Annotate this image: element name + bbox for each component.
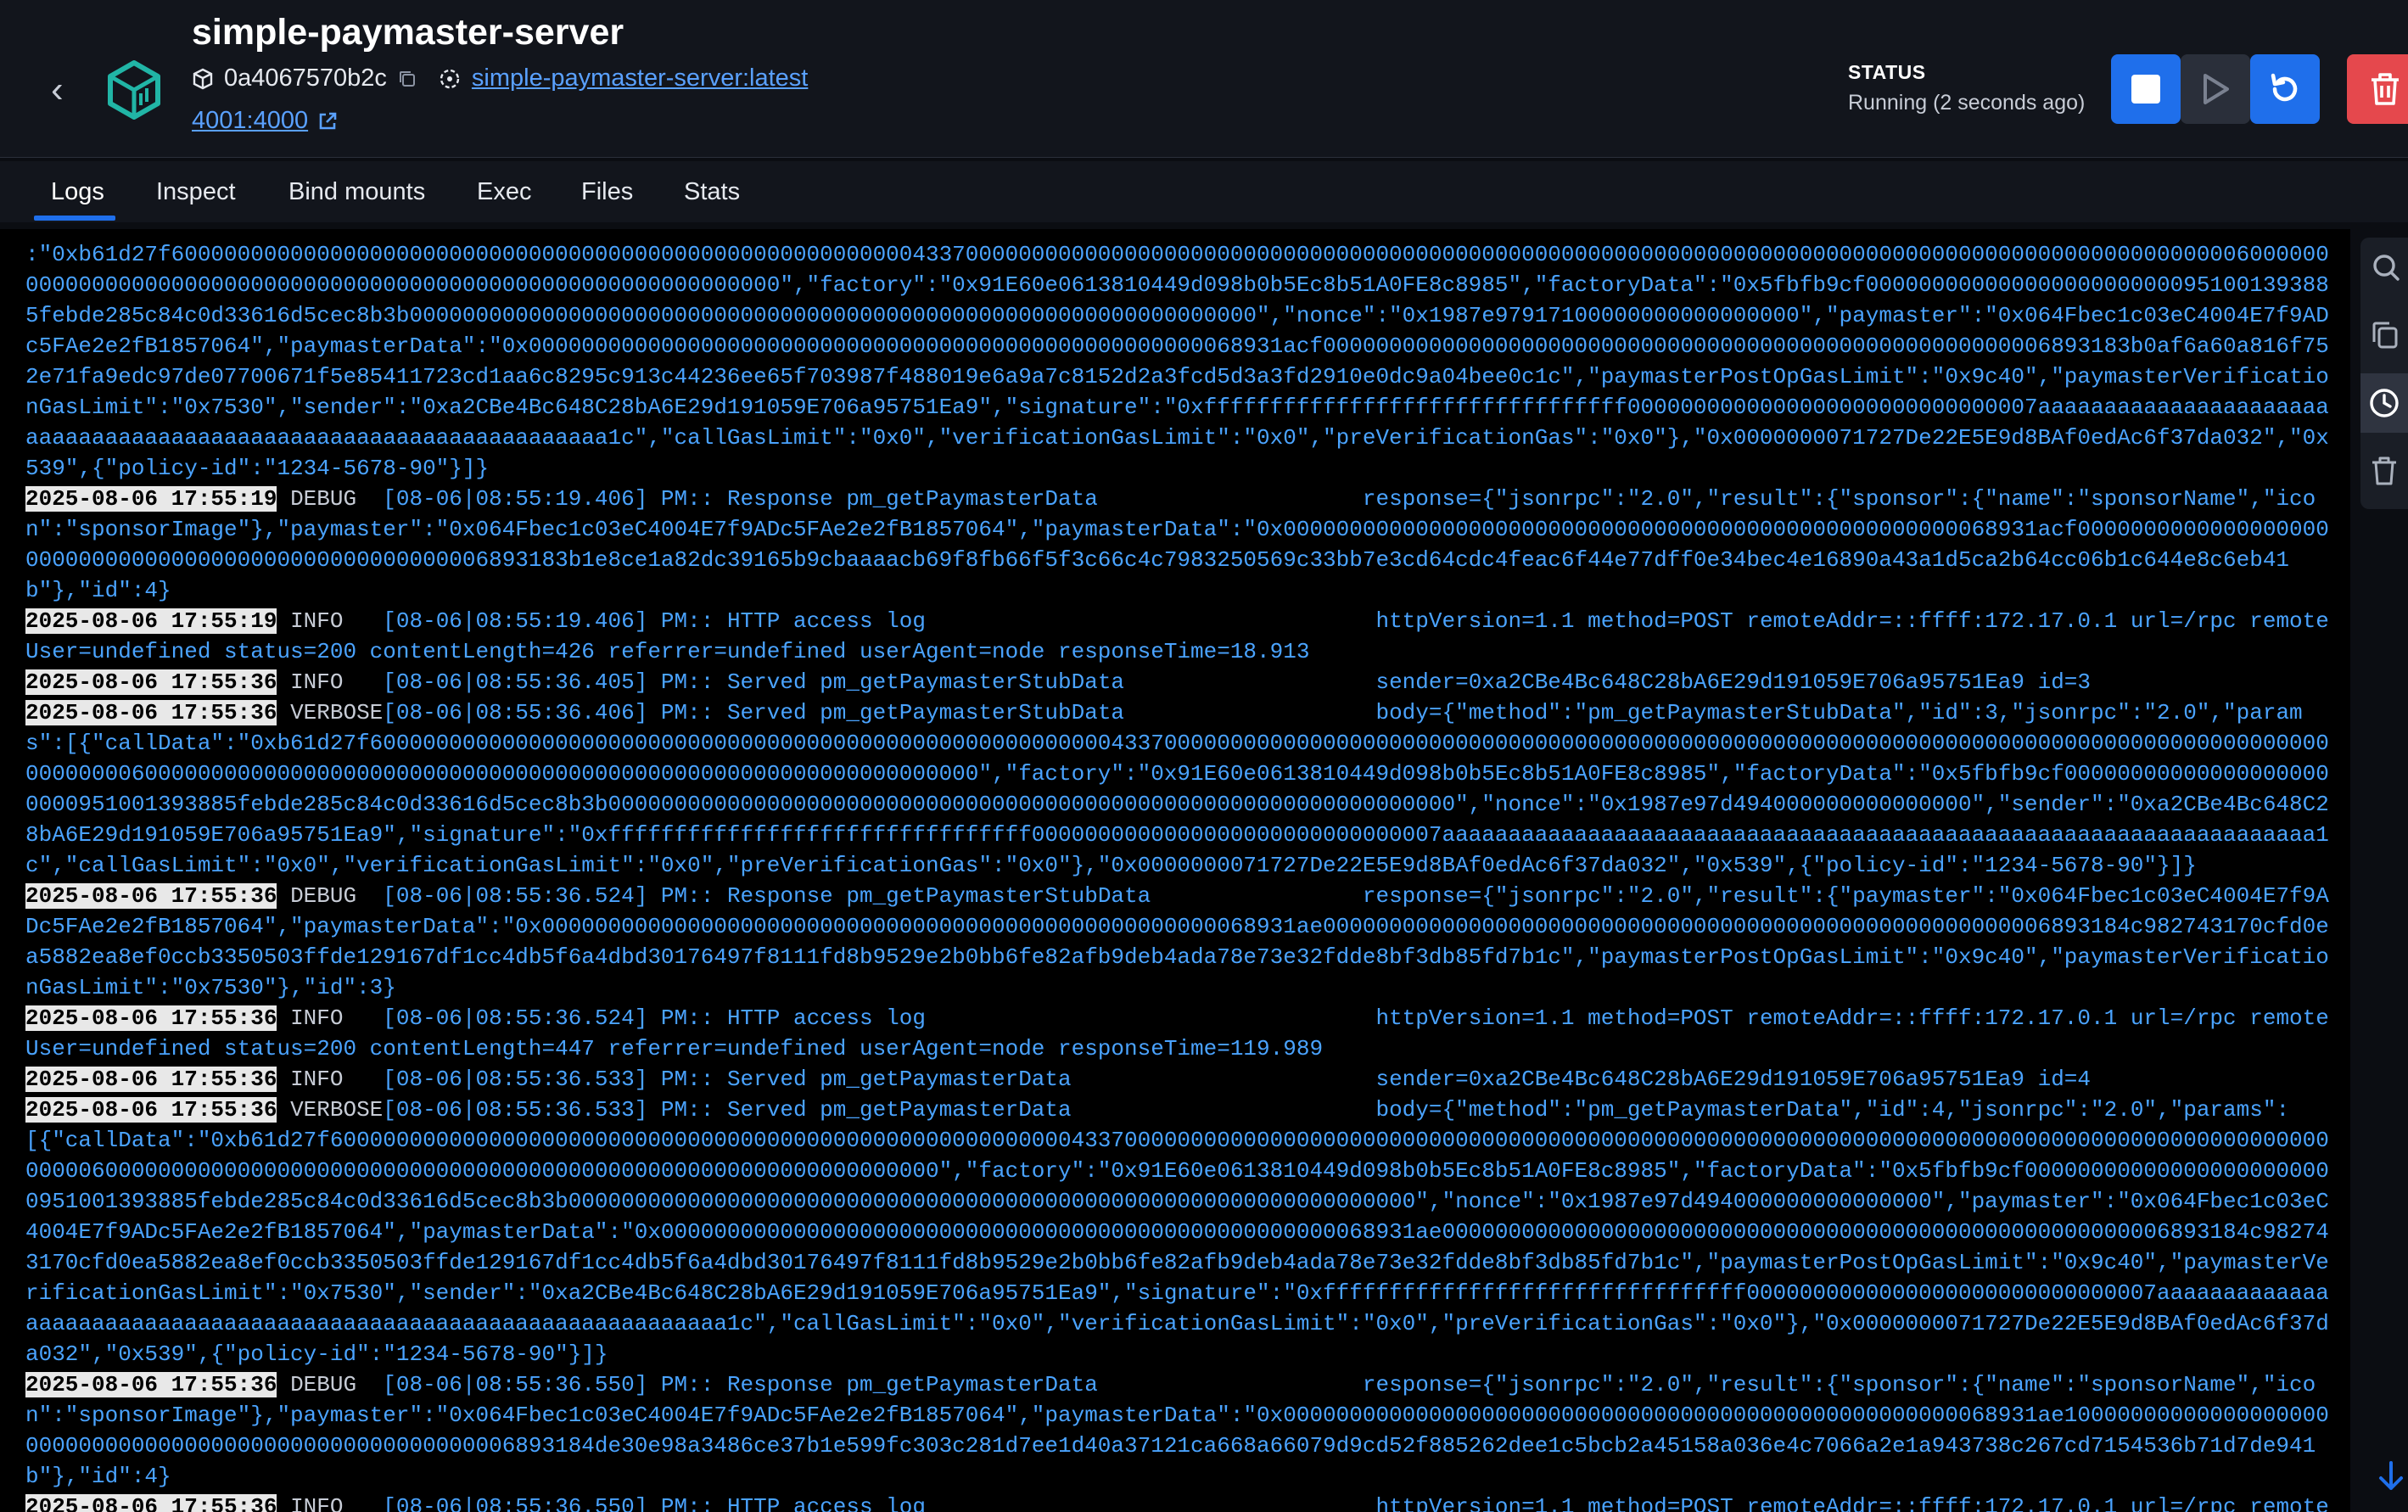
clear-icon[interactable] (2360, 441, 2408, 501)
stop-icon (2131, 75, 2160, 104)
tab-bar: Logs Inspect Bind mounts Exec Files Stat… (0, 161, 2408, 222)
log-timestamp: 2025-08-06 17:55:36 (25, 1005, 277, 1031)
delete-button[interactable] (2347, 54, 2408, 124)
log-message: [08-06|08:55:36.533] PM:: Served pm_getP… (383, 1067, 2092, 1092)
container-meta: 0a4067570b2c simple-paymaster-server:lat… (192, 64, 808, 92)
restart-button[interactable] (2250, 54, 2320, 124)
log-line: 2025-08-06 17:55:36 INFO [08-06|08:55:36… (25, 1492, 2342, 1512)
log-timestamp: 2025-08-06 17:55:19 (25, 486, 277, 512)
stop-button[interactable] (2111, 54, 2181, 124)
log-line: 2025-08-06 17:55:36 DEBUG [08-06|08:55:3… (25, 1369, 2342, 1492)
log-timestamp: 2025-08-06 17:55:36 (25, 1067, 277, 1092)
log-timestamp: 2025-08-06 17:55:36 (25, 883, 277, 909)
log-line: 2025-08-06 17:55:36 INFO [08-06|08:55:36… (25, 1003, 2342, 1064)
tab-exec[interactable]: Exec (477, 178, 531, 206)
log-toolbar (2360, 238, 2408, 509)
tab-logs[interactable]: Logs (51, 178, 104, 206)
log-line: 2025-08-06 17:55:36 VERBOSE[08-06|08:55:… (25, 1095, 2342, 1369)
log-timestamp: 2025-08-06 17:55:36 (25, 1372, 277, 1397)
container-logo-icon (108, 60, 160, 120)
log-message: [08-06|08:55:36.533] PM:: Served pm_getP… (25, 1097, 2329, 1367)
cube-icon (193, 68, 213, 89)
log-level: INFO (290, 608, 384, 634)
log-line: 2025-08-06 17:55:36 INFO [08-06|08:55:36… (25, 1064, 2342, 1095)
log-level: INFO (290, 1005, 384, 1031)
active-tab-indicator (34, 216, 115, 221)
log-level: DEBUG (290, 883, 384, 909)
trash-icon (2372, 73, 2399, 105)
log-timestamp: 2025-08-06 17:55:36 (25, 700, 277, 725)
log-level: VERBOSE (290, 1097, 384, 1123)
log-line: :"0xb61d27f60000000000000000000000000000… (25, 239, 2342, 484)
copy-icon[interactable] (397, 69, 417, 89)
log-level: INFO (290, 1067, 384, 1092)
play-icon (2204, 74, 2229, 104)
log-message: [08-06|08:55:36.405] PM:: Served pm_getP… (383, 669, 2092, 695)
tab-stats[interactable]: Stats (684, 178, 740, 206)
container-header: ‹ simple-paymaster-server 0a4067570b2c s… (0, 0, 2408, 158)
container-title: simple-paymaster-server (192, 12, 624, 53)
back-icon[interactable]: ‹ (51, 71, 76, 109)
restart-icon (2271, 73, 2298, 102)
container-id: 0a4067570b2c (224, 64, 387, 92)
log-line: 2025-08-06 17:55:36 DEBUG [08-06|08:55:3… (25, 881, 2342, 1003)
log-level: INFO (290, 669, 384, 695)
log-message: :"0xb61d27f60000000000000000000000000000… (25, 242, 2329, 481)
log-line: 2025-08-06 17:55:19 DEBUG [08-06|08:55:1… (25, 484, 2342, 606)
tab-files[interactable]: Files (581, 178, 633, 206)
log-line: 2025-08-06 17:55:36 VERBOSE[08-06|08:55:… (25, 697, 2342, 881)
log-timestamp: 2025-08-06 17:55:19 (25, 608, 277, 634)
log-level: VERBOSE (290, 700, 384, 725)
search-icon[interactable] (2360, 238, 2408, 297)
start-button[interactable] (2181, 54, 2250, 124)
log-message: [08-06|08:55:36.406] PM:: Served pm_getP… (25, 700, 2329, 878)
port-link[interactable]: 4001:4000 (192, 107, 339, 135)
tab-inspect[interactable]: Inspect (156, 178, 236, 206)
image-icon (440, 69, 460, 88)
log-viewer[interactable]: :"0xb61d27f60000000000000000000000000000… (0, 229, 2350, 1512)
tab-bind-mounts[interactable]: Bind mounts (288, 178, 425, 206)
status-label: STATUS (1848, 61, 1926, 83)
log-timestamp: 2025-08-06 17:55:36 (25, 1494, 277, 1512)
log-level: DEBUG (290, 1372, 384, 1397)
log-level: DEBUG (290, 486, 384, 512)
log-timestamp: 2025-08-06 17:55:36 (25, 669, 277, 695)
image-link[interactable]: simple-paymaster-server:latest (472, 64, 808, 92)
status-value: Running (2 seconds ago) (1848, 91, 2086, 115)
copy-logs-icon[interactable] (2360, 305, 2408, 365)
log-level: INFO (290, 1494, 384, 1512)
clock-icon[interactable] (2360, 373, 2408, 433)
log-line: 2025-08-06 17:55:36 INFO [08-06|08:55:36… (25, 667, 2342, 697)
scroll-down-icon[interactable] (2374, 1459, 2408, 1493)
log-line: 2025-08-06 17:55:19 INFO [08-06|08:55:19… (25, 606, 2342, 667)
status-block: STATUS Running (2 seconds ago) (1848, 61, 2085, 115)
external-link-icon[interactable] (316, 110, 339, 132)
port-label[interactable]: 4001:4000 (192, 107, 308, 135)
log-timestamp: 2025-08-06 17:55:36 (25, 1097, 277, 1123)
